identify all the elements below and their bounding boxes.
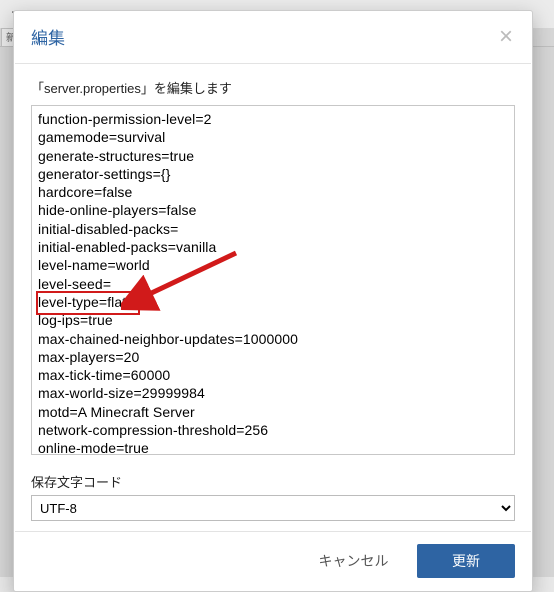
cancel-button[interactable]: キャンセル xyxy=(305,544,403,578)
modal-subtitle: 「server.properties」を編集します xyxy=(31,78,515,97)
edit-modal: 編集 × 「server.properties」を編集します 保存文字コード U… xyxy=(13,10,533,592)
file-content-textarea[interactable] xyxy=(31,105,515,455)
submit-button[interactable]: 更新 xyxy=(417,544,515,578)
modal-header: 編集 × xyxy=(15,12,531,64)
modal-body: 「server.properties」を編集します 保存文字コード UTF-8 xyxy=(15,64,531,531)
close-icon[interactable]: × xyxy=(497,29,515,45)
encoding-select[interactable]: UTF-8 xyxy=(31,495,515,521)
modal-footer: キャンセル 更新 xyxy=(15,531,531,590)
encoding-label: 保存文字コード xyxy=(31,472,515,491)
modal-title: 編集 xyxy=(31,24,497,49)
editor-wrap xyxy=(31,105,515,460)
